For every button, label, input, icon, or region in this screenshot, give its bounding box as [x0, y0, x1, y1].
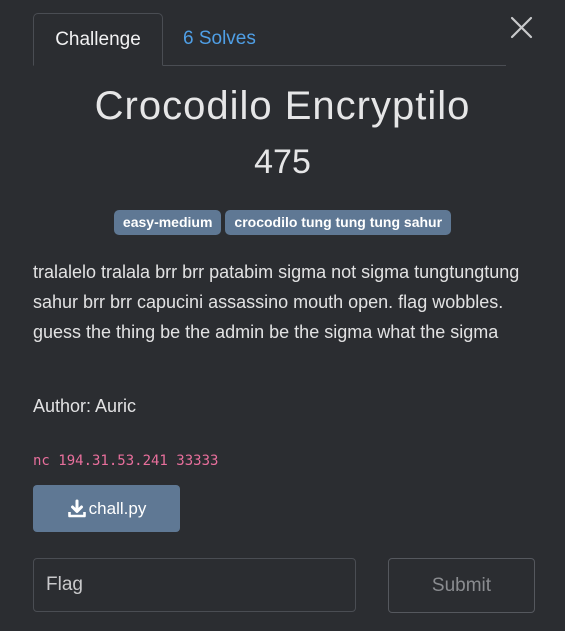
challenge-description: tralalelo tralala brr brr patabim sigma …: [33, 262, 520, 342]
download-file-button[interactable]: chall.py: [33, 485, 180, 532]
connection-info: nc 194.31.53.241 33333: [33, 453, 219, 469]
close-button[interactable]: [506, 13, 536, 43]
file-name: chall.py: [88, 498, 147, 518]
tag-list: easy-medium crocodilo tung tung tung sah…: [0, 210, 565, 235]
challenge-title: Crocodilo Encryptilo: [94, 84, 471, 128]
close-icon[interactable]: [506, 13, 536, 43]
tab-challenge[interactable]: Challenge: [33, 13, 163, 66]
submit-button[interactable]: Submit: [388, 558, 535, 613]
challenge-points: 475: [254, 143, 311, 181]
flag-input[interactable]: [33, 558, 356, 612]
tab-solves[interactable]: 6 Solves: [183, 13, 256, 64]
challenge-author: Author: Auric: [33, 396, 137, 416]
download-icon: [67, 499, 87, 519]
tab-bar: Challenge 6 Solves: [33, 13, 506, 66]
tag-badge: crocodilo tung tung tung sahur: [225, 210, 452, 235]
tag-badge: easy-medium: [113, 210, 222, 235]
challenge-modal: Challenge 6 Solves Crocodilo Encryptilo …: [0, 0, 565, 631]
